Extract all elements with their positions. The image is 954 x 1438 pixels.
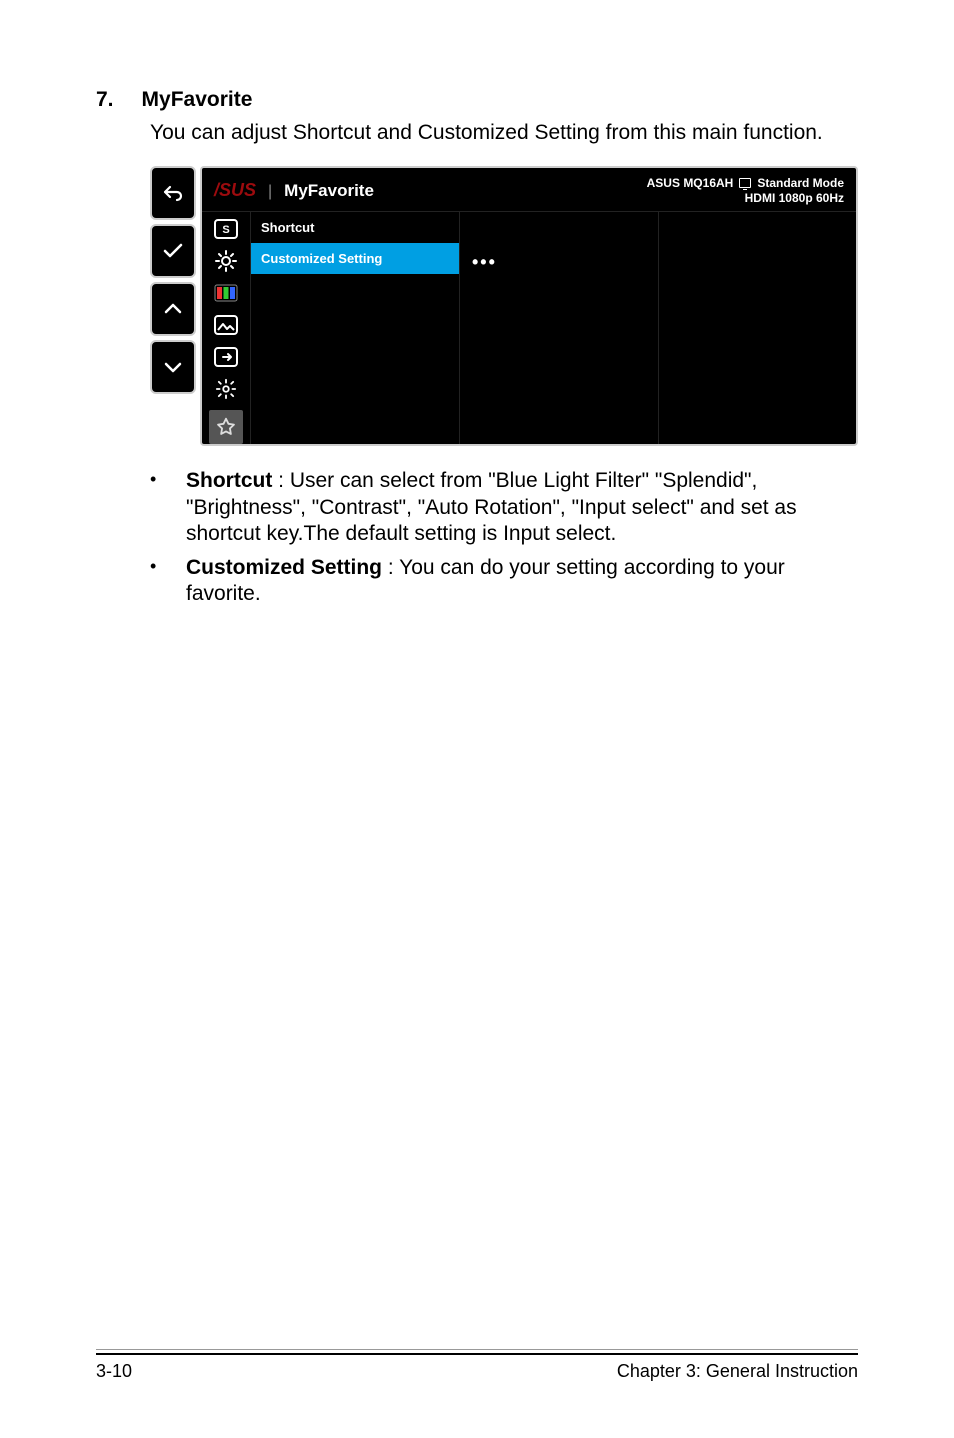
menu-item-shortcut[interactable]: Shortcut bbox=[251, 212, 459, 243]
settings-icon[interactable] bbox=[214, 378, 238, 400]
favorite-icon[interactable] bbox=[209, 410, 243, 444]
osd-category-column: S bbox=[202, 212, 250, 444]
up-button[interactable] bbox=[150, 282, 196, 336]
bullet-text: Customized Setting : You can do your set… bbox=[186, 555, 858, 608]
ok-button[interactable] bbox=[150, 224, 196, 278]
splendid-icon[interactable]: S bbox=[214, 218, 238, 240]
section-description: You can adjust Shortcut and Customized S… bbox=[150, 120, 858, 146]
asus-logo: /SUS bbox=[214, 180, 256, 201]
chevron-down-icon bbox=[161, 355, 185, 379]
mode-label: Standard Mode bbox=[757, 176, 844, 190]
osd-header-right: ASUS MQ16AH Standard Mode HDMI 1080p 60H… bbox=[647, 176, 844, 205]
bullet-marker: • bbox=[150, 468, 186, 547]
osd-header: /SUS | MyFavorite ASUS MQ16AH Standard M… bbox=[202, 168, 856, 212]
signal-label: HDMI 1080p 60Hz bbox=[647, 191, 844, 205]
page-footer: 3-10 Chapter 3: General Instruction bbox=[96, 1353, 858, 1382]
color-icon[interactable] bbox=[214, 282, 238, 304]
more-indicator: ••• bbox=[460, 242, 658, 283]
bullet-lead: Shortcut bbox=[186, 469, 272, 492]
bullet-rest: : User can select from "Blue Light Filte… bbox=[186, 469, 797, 545]
section-number: 7. bbox=[96, 88, 114, 112]
section-title: MyFavorite bbox=[142, 88, 253, 112]
image-icon[interactable] bbox=[214, 314, 238, 336]
list-item: • Customized Setting : You can do your s… bbox=[150, 555, 858, 608]
header-divider: | bbox=[268, 183, 272, 201]
osd-panel: /SUS | MyFavorite ASUS MQ16AH Standard M… bbox=[200, 166, 858, 446]
check-icon bbox=[161, 239, 185, 263]
brightness-icon[interactable] bbox=[214, 250, 238, 272]
osd-sub-column: ••• bbox=[460, 212, 659, 444]
monitor-icon bbox=[739, 178, 751, 188]
svg-text:S: S bbox=[222, 224, 229, 236]
osd-screenshot: /SUS | MyFavorite ASUS MQ16AH Standard M… bbox=[150, 166, 858, 446]
bullet-list: • Shortcut : User can select from "Blue … bbox=[150, 468, 858, 607]
bullet-marker: • bbox=[150, 555, 186, 608]
bullet-text: Shortcut : User can select from "Blue Li… bbox=[186, 468, 858, 547]
down-button[interactable] bbox=[150, 340, 196, 394]
menu-item-customized-setting[interactable]: Customized Setting bbox=[251, 243, 459, 274]
osd-menu-column: Shortcut Customized Setting bbox=[250, 212, 460, 444]
chapter-label: Chapter 3: General Instruction bbox=[617, 1361, 858, 1382]
osd-nav-column bbox=[150, 166, 196, 446]
bullet-lead: Customized Setting bbox=[186, 556, 382, 579]
input-icon[interactable] bbox=[214, 346, 238, 368]
osd-title: MyFavorite bbox=[284, 181, 374, 201]
chevron-up-icon bbox=[161, 297, 185, 321]
list-item: • Shortcut : User can select from "Blue … bbox=[150, 468, 858, 547]
osd-detail-column bbox=[659, 212, 857, 444]
page-number: 3-10 bbox=[96, 1361, 132, 1382]
model-label: ASUS MQ16AH bbox=[647, 176, 734, 190]
back-icon bbox=[161, 181, 185, 205]
back-button[interactable] bbox=[150, 166, 196, 220]
